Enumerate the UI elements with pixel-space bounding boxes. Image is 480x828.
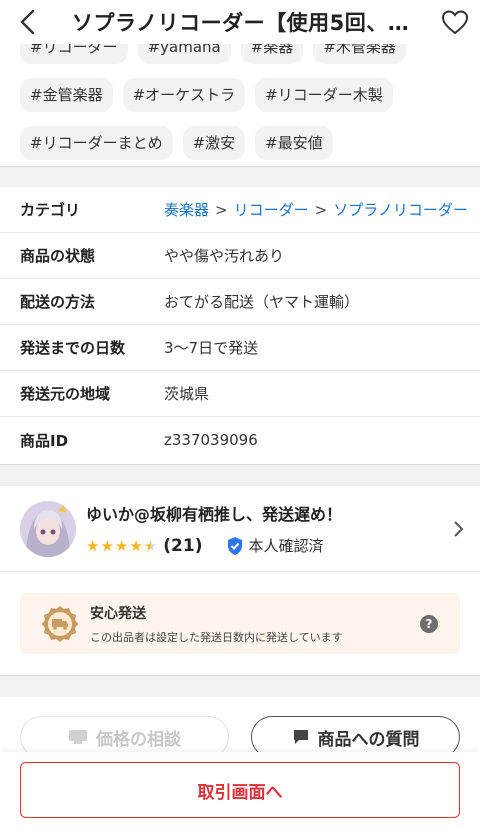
detail-value: z337039096	[164, 431, 258, 449]
star-icon: ★	[86, 536, 100, 555]
tag-row: #リコーダーまとめ #激安 #最安値	[20, 126, 460, 170]
detail-row-condition: 商品の状態 やや傷や汚れあり	[0, 233, 480, 279]
section-divider	[0, 464, 480, 486]
detail-label: 発送までの日数	[20, 339, 126, 357]
category-link[interactable]: ソプラノリコーダー	[333, 199, 468, 220]
category-link[interactable]: 奏楽器	[164, 199, 209, 220]
help-icon[interactable]: ?	[420, 614, 438, 633]
seller-card[interactable]: ゆいか@坂柳有栖推し、発送遅め！ ★ ★ ★ ★ ★ (21) 本人確認済	[0, 486, 480, 572]
star-icon: ★	[100, 536, 114, 555]
detail-row-category: カテゴリ 奏楽器 > リコーダー > ソプラノリコーダー	[0, 187, 480, 233]
ask-question-label: 商品への質問	[317, 729, 420, 750]
app-header: ソプラノリコーダー【使用5回、美品】	[0, 0, 480, 44]
detail-label: 商品ID	[20, 431, 69, 450]
detail-row-item-id: 商品ID z337039096	[0, 417, 480, 463]
rating-stars: ★ ★ ★ ★ ★	[86, 537, 157, 555]
seller-name: ゆいか@坂柳有栖推し、発送遅め！	[86, 505, 343, 524]
category-breadcrumb: 奏楽器 > リコーダー > ソプラノリコーダー	[164, 199, 468, 220]
shield-check-icon	[228, 536, 243, 555]
breadcrumb-separator: >	[314, 200, 328, 219]
verified-badge: 本人確認済	[226, 535, 323, 556]
tag-row: #金管楽器 #オーケストラ #リコーダー木製	[20, 78, 460, 122]
tag-chip[interactable]: #金管楽器	[20, 78, 113, 112]
category-link[interactable]: リコーダー	[234, 199, 309, 220]
safe-shipping-description: この出品者は設定した発送日数内に発送しています	[90, 630, 343, 644]
heart-icon	[441, 10, 469, 35]
safe-shipping-title: 安心発送	[90, 605, 146, 622]
detail-value: 3〜7日で発送	[164, 339, 259, 357]
review-count: (21)	[163, 535, 203, 556]
like-button[interactable]	[430, 0, 480, 44]
tag-chip[interactable]: #オーケストラ	[122, 78, 246, 112]
detail-label: 商品の状態	[20, 247, 96, 265]
tag-chip[interactable]: #最安値	[255, 126, 333, 160]
detail-row-ship-from: 発送元の地域 茨城県	[0, 371, 480, 417]
price-tag-icon	[69, 730, 87, 744]
truck-badge-icon	[40, 604, 80, 644]
tag-chip[interactable]: #リコーダーまとめ	[20, 126, 173, 160]
safe-shipping-text: 安心発送 この出品者は設定した発送日数内に発送しています	[90, 603, 420, 645]
detail-value: やや傷や汚れあり	[164, 247, 285, 265]
seller-avatar	[20, 500, 76, 557]
chevron-right-icon	[436, 519, 480, 539]
detail-row-shipping-days: 発送までの日数 3〜7日で発送	[0, 325, 480, 371]
detail-value: 茨城県	[164, 385, 210, 403]
detail-value: おてがる配送（ヤマト運輸）	[164, 293, 360, 311]
breadcrumb-separator: >	[215, 200, 228, 219]
detail-label: カテゴリ	[20, 201, 81, 219]
detail-label: 配送の方法	[20, 293, 96, 311]
price-consult-label: 価格の相談	[96, 729, 181, 750]
star-half-icon: ★	[143, 536, 158, 555]
safe-shipping-notice: 安心発送 この出品者は設定した発送日数内に発送しています ?	[20, 593, 460, 654]
bottom-action-bar: 取引画面へ	[0, 752, 480, 828]
verified-label: 本人確認済	[248, 537, 324, 555]
tag-chip[interactable]: #リコーダー木製	[255, 78, 393, 112]
star-icon: ★	[114, 536, 129, 555]
detail-row-shipping-method: 配送の方法 おてがる配送（ヤマト運輸）	[0, 279, 480, 325]
section-divider	[0, 675, 480, 697]
go-to-trade-button[interactable]: 取引画面へ	[20, 762, 460, 818]
speech-bubble-icon	[293, 730, 308, 744]
page-title: ソプラノリコーダー【使用5回、美品】	[72, 11, 430, 35]
item-details: カテゴリ 奏楽器 > リコーダー > ソプラノリコーダー 商品の状態 やや傷や汚…	[0, 187, 480, 463]
detail-label: 発送元の地域	[20, 385, 111, 403]
back-button[interactable]	[0, 0, 56, 44]
seller-info: ゆいか@坂柳有栖推し、発送遅め！ ★ ★ ★ ★ ★ (21) 本人確認済	[86, 501, 436, 556]
section-divider	[0, 166, 480, 187]
seller-meta: ★ ★ ★ ★ ★ (21) 本人確認済	[86, 535, 436, 556]
tag-list: #リコーダー #yamaha #楽器 #木管楽器 #金管楽器 #オーケストラ #…	[0, 30, 480, 174]
chevron-left-icon	[20, 9, 35, 35]
tag-chip[interactable]: #激安	[182, 126, 246, 160]
star-icon: ★	[129, 536, 143, 555]
